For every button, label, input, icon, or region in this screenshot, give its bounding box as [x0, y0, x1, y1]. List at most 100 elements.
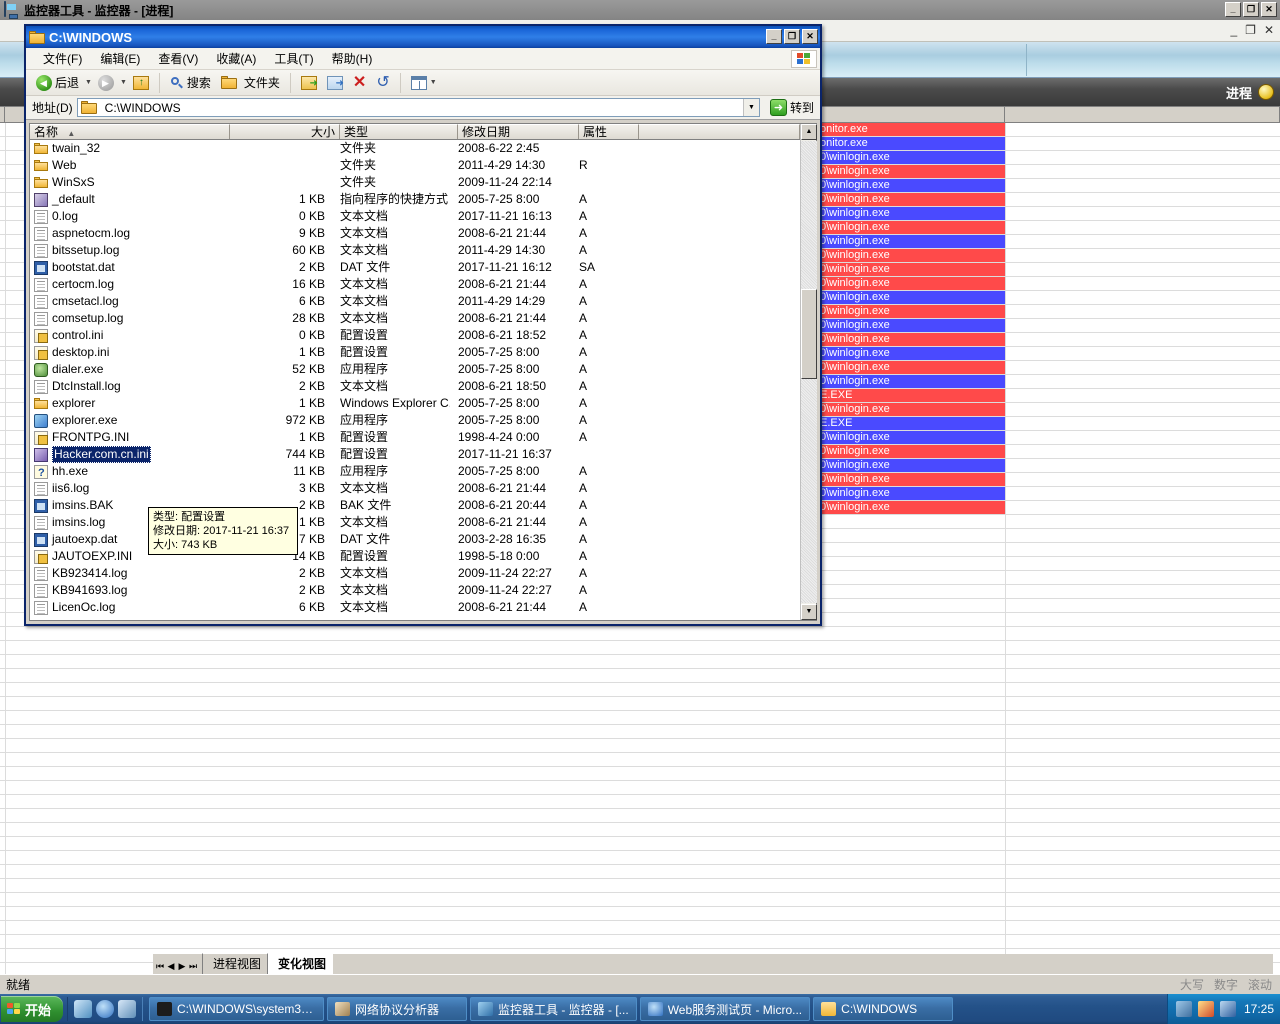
back-dropdown-icon[interactable]: ▼: [85, 79, 92, 86]
grid-row[interactable]: [0, 781, 1280, 795]
restore-button[interactable]: ❐: [1243, 2, 1259, 17]
file-name-cell[interactable]: imsins.BAK: [34, 497, 113, 514]
file-name-cell[interactable]: KB941693.log: [34, 582, 127, 599]
file-row[interactable]: bootstat.dat 2 KB DAT 文件 2017-11-21 16:12 SA: [30, 259, 800, 276]
taskbar-button[interactable]: Web服务测试页 - Micro...: [639, 997, 811, 1021]
process-cell[interactable]: 0\winlogin.exe: [818, 235, 1005, 248]
file-row[interactable]: Hacker.com.cn.ini 744 KB 配置设置 2017-11-21 16…: [30, 446, 800, 463]
explorer-titlebar[interactable]: C:\WINDOWS _ ❐ ✕: [26, 26, 820, 48]
process-cell[interactable]: 0\winlogin.exe: [818, 165, 1005, 178]
process-cell[interactable]: E.EXE: [818, 389, 1005, 402]
file-row[interactable]: hh.exe 11 KB 应用程序 2005-7-25 8:00 A: [30, 463, 800, 482]
grid-row[interactable]: [0, 683, 1280, 697]
grid-row[interactable]: [0, 767, 1280, 781]
quick-launch-bar[interactable]: [67, 997, 144, 1021]
process-cell[interactable]: 0\winlogin.exe: [818, 179, 1005, 192]
process-cell[interactable]: 0\winlogin.exe: [818, 333, 1005, 346]
taskbar-buttons[interactable]: C:\WINDOWS\system32... 网络协议分析器 监控器工具 - 监控器…: [143, 997, 1167, 1021]
close-button[interactable]: ✕: [1261, 2, 1277, 17]
file-rows-container[interactable]: twain_32 文件夹 2008-6-22 2:45 Web 文件夹 2011-4-29…: [30, 140, 800, 620]
file-name-cell[interactable]: dialer.exe: [34, 361, 103, 378]
file-row[interactable]: WinSxS 文件夹 2009-11-24 22:14: [30, 174, 800, 191]
explorer-minimize-button[interactable]: _: [766, 29, 782, 44]
process-cell[interactable]: 0\winlogin.exe: [818, 473, 1005, 486]
grid-row[interactable]: [0, 795, 1280, 809]
file-row[interactable]: explorer.exe 972 KB 应用程序 2005-7-25 8:00 A: [30, 412, 800, 429]
grid-row[interactable]: [0, 753, 1280, 767]
file-name-cell[interactable]: WinSxS: [34, 174, 95, 191]
file-name-cell[interactable]: certocm.log: [34, 276, 114, 293]
start-button[interactable]: 开始: [1, 996, 64, 1022]
file-name-cell[interactable]: twain_32: [34, 140, 100, 157]
file-row[interactable]: comsetup.log 28 KB 文本文档 2008-6-21 21:44 A: [30, 310, 800, 327]
file-row[interactable]: dialer.exe 52 KB 应用程序 2005-7-25 8:00 A: [30, 361, 800, 378]
file-row[interactable]: control.ini 0 KB 配置设置 2008-6-21 18:52 A: [30, 327, 800, 344]
explorer-toolbar[interactable]: ◀ 后退 ▼ ▶ ▼ ↑ 搜索 文件夹 ➜ ➜ ✕ ↺ ▼: [26, 70, 820, 96]
grid-row[interactable]: [0, 837, 1280, 851]
delete-button[interactable]: ✕: [349, 74, 370, 92]
process-cell[interactable]: 0\winlogin.exe: [818, 501, 1005, 514]
grid-row[interactable]: [0, 627, 1280, 641]
process-cell[interactable]: 0\winlogin.exe: [818, 305, 1005, 318]
column-header-type[interactable]: 类型: [340, 124, 458, 139]
menu-file[interactable]: 文件(F): [34, 48, 91, 69]
file-row[interactable]: explorer 1 KB Windows Explorer C... 2005-7-…: [30, 395, 800, 412]
grid-row[interactable]: [0, 697, 1280, 711]
address-bar[interactable]: 地址(D) C:\WINDOWS ▼ ➜ 转到: [26, 96, 820, 120]
file-name-cell[interactable]: Hacker.com.cn.ini: [34, 446, 151, 463]
file-row[interactable]: imsins.log 1 KB 文本文档 2008-6-21 21:44 A: [30, 514, 800, 531]
process-cell[interactable]: 0\winlogin.exe: [818, 459, 1005, 472]
show-desktop-icon[interactable]: [74, 1000, 93, 1018]
column-header-attr[interactable]: 属性: [579, 124, 639, 139]
grid-row[interactable]: [0, 655, 1280, 669]
explorer-menubar[interactable]: 文件(F) 编辑(E) 查看(V) 收藏(A) 工具(T) 帮助(H): [26, 48, 820, 70]
process-cell[interactable]: 0\winlogin.exe: [818, 431, 1005, 444]
process-cell[interactable]: 0\winlogin.exe: [818, 361, 1005, 374]
view-tabs-bar[interactable]: ⏮ ◀ ▶ ⏭ 进程视图 变化视图: [153, 953, 1273, 974]
process-cell[interactable]: 0\winlogin.exe: [818, 319, 1005, 332]
file-row[interactable]: imsins.BAK 2 KB BAK 文件 2008-6-21 20:44 A: [30, 497, 800, 514]
column-header-filler[interactable]: [639, 124, 800, 139]
process-cell[interactable]: 0\winlogin.exe: [818, 249, 1005, 262]
grid-row[interactable]: [0, 725, 1280, 739]
file-row[interactable]: twain_32 文件夹 2008-6-22 2:45: [30, 140, 800, 157]
taskbar[interactable]: 开始 C:\WINDOWS\system32... 网络协议分析器 监控器工具 - …: [0, 994, 1280, 1024]
explorer-window-controls[interactable]: _ ❐ ✕: [766, 29, 818, 44]
file-name-cell[interactable]: jautoexp.dat: [34, 531, 117, 548]
go-button[interactable]: ➜ 转到: [764, 99, 820, 116]
prev-tab-button[interactable]: ◀: [166, 961, 176, 972]
file-list-header[interactable]: 名称 ▲ 大小 类型 修改日期 属性: [30, 124, 816, 140]
taskbar-button[interactable]: 监控器工具 - 监控器 - [...: [470, 997, 637, 1021]
grid-row[interactable]: [0, 879, 1280, 893]
grid-row[interactable]: [0, 809, 1280, 823]
security-icon[interactable]: [1219, 1001, 1236, 1017]
explorer-close-button[interactable]: ✕: [802, 29, 818, 44]
process-cell[interactable]: 0\winlogin.exe: [818, 403, 1005, 416]
file-row[interactable]: iis6.log 3 KB 文本文档 2008-6-21 21:44 A: [30, 480, 800, 497]
file-name-cell[interactable]: bootstat.dat: [34, 259, 115, 276]
file-row[interactable]: jautoexp.dat 7 KB DAT 文件 2003-2-28 16:35 A: [30, 531, 800, 548]
file-name-cell[interactable]: comsetup.log: [34, 310, 123, 327]
process-cell[interactable]: 0\winlogin.exe: [818, 291, 1005, 304]
process-cell[interactable]: 0\winlogin.exe: [818, 445, 1005, 458]
ie-icon[interactable]: [96, 1000, 115, 1018]
monitor-window-controls[interactable]: _ ❐ ✕: [1225, 2, 1277, 17]
views-dropdown-icon[interactable]: ▼: [430, 79, 437, 86]
file-name-cell[interactable]: iis6.log: [34, 480, 89, 497]
menu-edit[interactable]: 编辑(E): [91, 48, 149, 69]
file-row[interactable]: KB941693.log 2 KB 文本文档 2009-11-24 22:27 A: [30, 582, 800, 599]
back-button[interactable]: ◀ 后退: [32, 72, 83, 93]
grid-row[interactable]: [0, 641, 1280, 655]
grid-row[interactable]: [0, 935, 1280, 949]
menu-view[interactable]: 查看(V): [149, 48, 207, 69]
taskbar-button[interactable]: 网络协议分析器: [327, 997, 468, 1021]
file-name-cell[interactable]: DtcInstall.log: [34, 378, 121, 395]
file-row[interactable]: KB923414.log 2 KB 文本文档 2009-11-24 22:27 A: [30, 565, 800, 582]
file-row[interactable]: JAUTOEXP.INI 14 KB 配置设置 1998-5-18 0:00 A: [30, 548, 800, 565]
file-name-cell[interactable]: 0.log: [34, 208, 78, 225]
forward-dropdown-icon[interactable]: ▼: [120, 79, 127, 86]
grid-row[interactable]: [0, 907, 1280, 921]
mdi-close-button[interactable]: ✕: [1264, 23, 1274, 37]
file-name-cell[interactable]: aspnetocm.log: [34, 225, 130, 242]
last-tab-button[interactable]: ⏭: [188, 961, 198, 972]
